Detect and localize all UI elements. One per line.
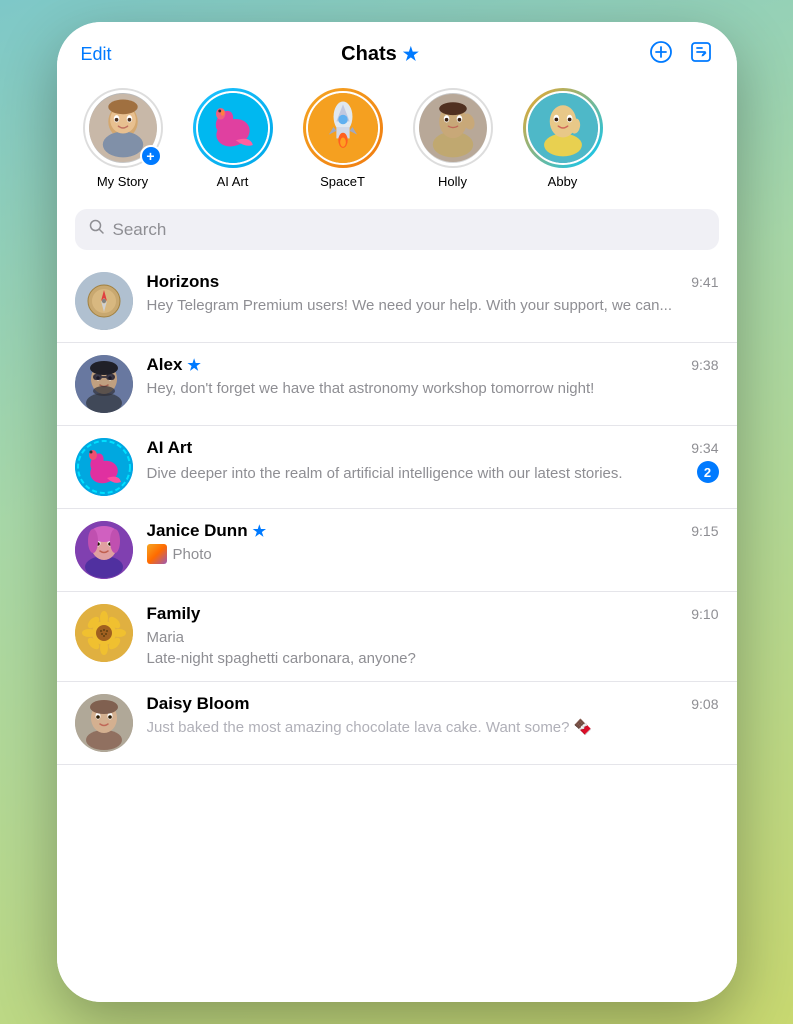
chat-name-alex: Alex ★ — [147, 355, 201, 375]
janice-star-icon: ★ — [253, 522, 266, 540]
story-ai-art[interactable]: AI Art — [185, 88, 281, 189]
chat-time-alex: 9:38 — [691, 357, 718, 373]
chat-list: Horizons 9:41 Hey Telegram Premium users… — [57, 260, 737, 1002]
search-placeholder: Search — [113, 220, 167, 240]
story-label-abby: Abby — [548, 174, 578, 189]
chat-avatar-ai-art — [75, 438, 133, 496]
chat-name-daisy: Daisy Bloom — [147, 694, 250, 714]
story-label-my-story: My Story — [97, 174, 148, 189]
chat-preview-horizons: Hey Telegram Premium users! We need your… — [147, 295, 719, 316]
chat-avatar-alex — [75, 355, 133, 413]
unread-badge-ai-art: 2 — [697, 461, 719, 483]
search-bar[interactable]: Search — [75, 209, 719, 250]
chat-time-horizons: 9:41 — [691, 274, 718, 290]
chats-title: Chats ★ — [341, 43, 419, 66]
chat-body-horizons: Horizons 9:41 Hey Telegram Premium users… — [147, 272, 719, 316]
search-icon — [89, 219, 105, 240]
story-spacet[interactable]: SpaceT — [295, 88, 391, 189]
header: Edit Chats ★ — [57, 22, 737, 78]
story-label-spacet: SpaceT — [320, 174, 365, 189]
chat-body-ai-art: AI Art 9:34 Dive deeper into the realm o… — [147, 438, 719, 485]
chat-body-alex: Alex ★ 9:38 Hey, don't forget we have th… — [147, 355, 719, 399]
add-story-button[interactable]: + — [140, 145, 162, 167]
chat-item-alex[interactable]: Alex ★ 9:38 Hey, don't forget we have th… — [57, 343, 737, 426]
new-group-button[interactable] — [649, 40, 673, 68]
chat-preview-alex: Hey, don't forget we have that astronomy… — [147, 378, 719, 399]
chat-time-janice: 9:15 — [691, 523, 718, 539]
chat-avatar-daisy — [75, 694, 133, 752]
stories-row: + My Story — [57, 78, 737, 203]
chat-avatar-family — [75, 604, 133, 662]
story-label-ai-art: AI Art — [217, 174, 249, 189]
title-star-icon: ★ — [403, 44, 419, 65]
chat-time-family: 9:10 — [691, 606, 718, 622]
phone-frame: Edit Chats ★ — [57, 22, 737, 1002]
chat-preview-family: MariaLate-night spaghetti carbonara, any… — [147, 627, 719, 669]
photo-preview-janice: Photo — [147, 544, 719, 564]
chat-name-ai-art: AI Art — [147, 438, 193, 458]
chat-item-family[interactable]: Family 9:10 MariaLate-night spaghetti ca… — [57, 592, 737, 682]
photo-thumbnail-icon — [147, 544, 167, 564]
chat-avatar-janice — [75, 521, 133, 579]
story-abby[interactable]: Abby — [515, 88, 611, 189]
chat-preview-ai-art: Dive deeper into the realm of artificial… — [147, 463, 689, 484]
chat-name-janice: Janice Dunn ★ — [147, 521, 267, 541]
chat-item-horizons[interactable]: Horizons 9:41 Hey Telegram Premium users… — [57, 260, 737, 343]
chat-name-horizons: Horizons — [147, 272, 220, 292]
chat-body-janice: Janice Dunn ★ 9:15 Photo — [147, 521, 719, 564]
chat-body-family: Family 9:10 MariaLate-night spaghetti ca… — [147, 604, 719, 669]
chat-body-daisy: Daisy Bloom 9:08 Just baked the most ama… — [147, 694, 719, 738]
header-actions — [649, 40, 713, 68]
chat-avatar-horizons — [75, 272, 133, 330]
story-my-story[interactable]: + My Story — [75, 88, 171, 189]
edit-button[interactable]: Edit — [81, 44, 112, 65]
alex-star-icon: ★ — [187, 356, 200, 374]
story-label-holly: Holly — [438, 174, 467, 189]
chat-name-family: Family — [147, 604, 201, 624]
story-holly[interactable]: Holly — [405, 88, 501, 189]
search-bar-wrapper: Search — [57, 203, 737, 260]
compose-button[interactable] — [689, 40, 713, 68]
chat-item-daisy-bloom[interactable]: Daisy Bloom 9:08 Just baked the most ama… — [57, 682, 737, 765]
chat-time-daisy: 9:08 — [691, 696, 718, 712]
chat-item-janice-dunn[interactable]: Janice Dunn ★ 9:15 Photo — [57, 509, 737, 592]
chat-item-ai-art[interactable]: AI Art 9:34 Dive deeper into the realm o… — [57, 426, 737, 509]
chat-preview-daisy: Just baked the most amazing chocolate la… — [147, 717, 719, 738]
chat-time-ai-art: 9:34 — [691, 440, 718, 456]
